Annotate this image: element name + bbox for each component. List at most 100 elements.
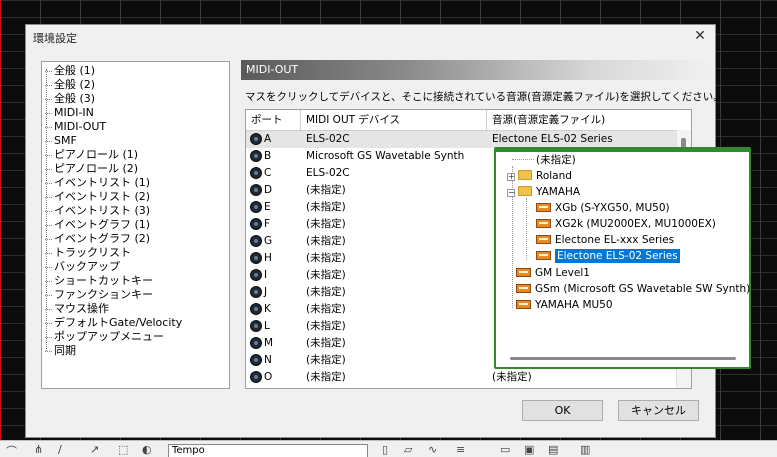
midi-port-icon xyxy=(250,218,262,230)
tree-item-shortcut-keys[interactable]: ショートカットキー xyxy=(45,274,153,288)
tree-item-sync[interactable]: 同期 xyxy=(45,344,76,358)
midi-port-icon xyxy=(250,167,262,179)
row-device-cell[interactable]: (未指定) xyxy=(306,352,346,369)
popup-item-label: YAMAHA MU50 xyxy=(535,299,613,311)
popup-item-unspecified[interactable]: (未指定) xyxy=(536,152,576,168)
comb-tool-icon[interactable]: ⋔ xyxy=(34,443,43,456)
tree-item-eventgraph-2[interactable]: イベントグラフ (2) xyxy=(44,232,150,246)
popup-item-label: Electone ELS-02 Series xyxy=(555,249,680,263)
toolbar-icon-3[interactable]: ∿ xyxy=(428,443,437,456)
popup-item-gsm[interactable]: GSm (Microsoft GS Wavetable SW Synth) xyxy=(516,281,750,297)
popup-folder-yamaha[interactable]: − YAMAHA xyxy=(507,184,580,200)
tree-item-eventlist-1[interactable]: イベントリスト (1) xyxy=(44,176,150,190)
tree-item-general-3[interactable]: 全般 (3) xyxy=(44,92,95,106)
popup-item-mu50[interactable]: YAMAHA MU50 xyxy=(516,297,613,313)
instrument-icon xyxy=(536,235,551,244)
row-device-cell[interactable]: ELS-02C xyxy=(306,131,350,148)
row-device-cell[interactable]: (未指定) xyxy=(306,216,346,233)
popup-item-label: Electone EL-xxx Series xyxy=(555,234,675,246)
row-port: A xyxy=(264,133,272,145)
column-header-device: MIDI OUT デバイス xyxy=(301,110,487,130)
midi-port-icon xyxy=(250,201,262,213)
row-device-cell[interactable]: (未指定) xyxy=(306,318,346,335)
lock-icon[interactable]: ▣ xyxy=(524,443,534,456)
row-device-cell[interactable]: (未指定) xyxy=(306,284,346,301)
toolbar-icon-6[interactable]: ▤ xyxy=(548,443,558,456)
row-port: N xyxy=(264,354,272,366)
popup-item-xg2k[interactable]: XG2k (MU2000EX, MU1000EX) xyxy=(536,216,716,232)
row-device-cell[interactable]: (未指定) xyxy=(306,250,346,267)
row-port: O xyxy=(264,371,273,383)
row-device-cell[interactable]: (未指定) xyxy=(306,301,346,318)
instrument-icon xyxy=(516,268,531,277)
row-device-cell[interactable]: (未指定) xyxy=(306,199,346,216)
select-tool-icon[interactable]: ⬚ xyxy=(118,443,128,456)
tree-item-tracklist[interactable]: トラックリスト xyxy=(45,246,131,260)
close-icon[interactable]: ✕ xyxy=(693,28,707,44)
row-port: B xyxy=(264,150,272,162)
row-port: L xyxy=(264,320,270,332)
instrument-icon xyxy=(516,300,531,309)
row-device-cell[interactable]: ELS-02C xyxy=(306,165,350,182)
popup-folder-roland[interactable]: + Roland xyxy=(507,168,572,184)
dialog-title: 環境設定 xyxy=(33,32,77,45)
ok-button[interactable]: OK xyxy=(522,400,603,421)
tree-item-general-2[interactable]: 全般 (2) xyxy=(44,78,95,92)
expand-icon[interactable]: + xyxy=(507,173,515,181)
toolbar-icon-4[interactable]: ≡ xyxy=(456,443,465,456)
tree-item-default-gate-velocity[interactable]: デフォルトGate/Velocity xyxy=(44,316,182,330)
row-device-cell[interactable]: Microsoft GS Wavetable Synth xyxy=(306,148,464,165)
midi-port-icon xyxy=(250,235,262,247)
row-device-cell[interactable]: (未指定) xyxy=(306,233,346,250)
midi-port-icon xyxy=(250,184,262,196)
arrow-tool-icon[interactable]: ↗ xyxy=(90,443,99,456)
popup-item-label: (未指定) xyxy=(536,154,576,166)
toolbar-icon-1[interactable]: ▯ xyxy=(382,443,388,456)
instrument-icon xyxy=(536,219,551,228)
tree-item-eventgraph-1[interactable]: イベントグラフ (1) xyxy=(44,218,150,232)
popup-horizontal-scrollbar[interactable] xyxy=(510,357,736,360)
midi-port-icon xyxy=(250,133,262,145)
toolbar-icon-7[interactable]: ▥ xyxy=(580,443,590,456)
tree-item-general-1[interactable]: 全般 (1) xyxy=(44,64,95,78)
curve-tool-icon[interactable]: ⌒ xyxy=(6,443,17,457)
midi-port-icon xyxy=(250,252,262,264)
collapse-icon[interactable]: − xyxy=(507,189,515,197)
popup-item-electone-els02[interactable]: Electone ELS-02 Series xyxy=(536,248,680,264)
popup-item-gm-level1[interactable]: GM Level1 xyxy=(516,265,590,281)
row-device-cell[interactable]: (未指定) xyxy=(306,182,346,199)
tree-item-backup[interactable]: バックアップ xyxy=(45,260,120,274)
table-row: O (未指定) (未指定) xyxy=(246,369,691,386)
row-source-cell[interactable]: (未指定) xyxy=(492,369,532,386)
tree-item-function-keys[interactable]: ファンクションキー xyxy=(45,288,153,302)
tree-item-pianoroll-1[interactable]: ピアノロール (1) xyxy=(44,148,138,162)
row-device-cell[interactable]: (未指定) xyxy=(306,267,346,284)
event-type-select[interactable]: Tempo xyxy=(168,444,368,457)
popup-tree-line xyxy=(512,159,534,160)
row-port: D xyxy=(264,184,273,196)
row-device-cell[interactable]: (未指定) xyxy=(306,335,346,352)
popup-item-electone-el[interactable]: Electone EL-xxx Series xyxy=(536,232,674,248)
tree-item-pianoroll-2[interactable]: ピアノロール (2) xyxy=(44,162,138,176)
tree-item-eventlist-3[interactable]: イベントリスト (3) xyxy=(44,204,150,218)
tree-item-midi-in[interactable]: MIDI-IN xyxy=(45,106,94,120)
midi-port-icon xyxy=(250,303,262,315)
cancel-button[interactable]: キャンセル xyxy=(618,400,699,421)
tree-item-mouse[interactable]: マウス操作 xyxy=(45,302,109,316)
instrument-icon xyxy=(516,284,531,293)
tree-item-popup-menu[interactable]: ポップアップメニュー xyxy=(45,330,164,344)
eraser-tool-icon[interactable]: ◐ xyxy=(142,443,152,456)
line-tool-icon[interactable]: ∕ xyxy=(58,443,62,456)
row-port: E xyxy=(264,201,271,213)
row-device-cell[interactable]: (未指定) xyxy=(306,369,346,386)
tree-item-smf[interactable]: SMF xyxy=(45,134,77,148)
toolbar-icon-5[interactable]: ▭ xyxy=(500,443,510,456)
column-header-source: 音源(音源定義ファイル) xyxy=(492,114,606,126)
midi-port-icon xyxy=(250,337,262,349)
tree-item-midi-out[interactable]: MIDI-OUT xyxy=(44,120,106,134)
instrument-icon xyxy=(536,203,551,212)
tree-item-eventlist-2[interactable]: イベントリスト (2) xyxy=(44,190,150,204)
row-source-cell[interactable]: Electone ELS-02 Series xyxy=(492,131,613,148)
popup-item-xgb[interactable]: XGb (S-YXG50, MU50) xyxy=(536,200,670,216)
toolbar-icon-2[interactable]: ▱ xyxy=(404,443,412,456)
